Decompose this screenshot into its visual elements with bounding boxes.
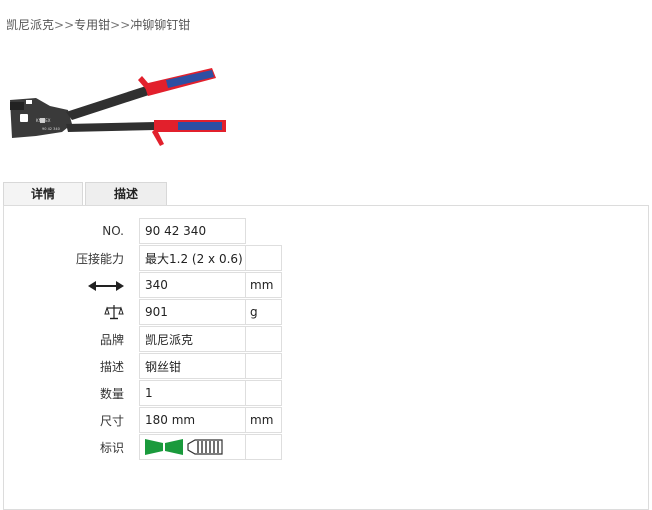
spec-label: NO. [102,224,124,238]
spec-unit: mm [246,407,282,433]
breadcrumb-link-category[interactable]: 专用钳 [74,18,110,32]
ruler-grip-icon [187,439,223,455]
breadcrumb-link-current[interactable]: 冲铆铆钉钳 [130,18,190,32]
spec-label [64,272,139,298]
spec-value: 180 mm [139,407,246,433]
spec-row-mark: 标识 [64,434,282,460]
product-image: KNIPEX 90 42 340 [10,68,226,146]
product-brand-text: KNIPEX [36,118,51,123]
spec-label: 尺寸 [99,413,124,428]
spec-row-no: NO. 90 42 340 [64,218,282,244]
spec-label [64,299,139,325]
spec-table: NO. 90 42 340 压接能力 最大1.2 (2 x 0.6) 340 m… [64,217,282,461]
spec-row-crimp: 压接能力 最大1.2 (2 x 0.6) [64,245,282,271]
spec-value: 最大1.2 (2 x 0.6) [139,245,246,271]
spec-unit [246,326,282,352]
spec-unit [246,353,282,379]
spec-value [139,434,246,460]
balance-scale-icon [104,305,124,320]
spec-unit: g [246,299,282,325]
breadcrumb-separator: >> [110,18,131,32]
spec-value: 340 [139,272,246,298]
spec-unit [246,434,282,460]
spec-value: 1 [139,380,246,406]
spec-row-desc: 描述 钢丝钳 [64,353,282,379]
spec-row-length: 340 mm [64,272,282,298]
spec-value: 凯尼派克 [139,326,246,352]
green-jaw-icon [145,439,183,455]
details-panel: NO. 90 42 340 压接能力 最大1.2 (2 x 0.6) 340 m… [3,205,649,510]
spec-unit [246,245,282,271]
length-arrows-icon [88,280,124,291]
spec-row-size: 尺寸 180 mm mm [64,407,282,433]
product-model-text: 90 42 340 [42,127,60,131]
tab-details[interactable]: 详情 [3,182,83,205]
spec-label: 描述 [99,359,124,374]
spec-row-brand: 品牌 凯尼派克 [64,326,282,352]
spec-value: 90 42 340 [139,218,246,244]
breadcrumb: 凯尼派克>>专用钳>>冲铆铆钉钳 [6,16,190,33]
spec-unit: mm [246,272,282,298]
spec-label: 数量 [99,386,124,401]
tab-description[interactable]: 描述 [85,182,167,205]
breadcrumb-separator: >> [54,18,75,32]
spec-value: 钢丝钳 [139,353,246,379]
spec-label: 标识 [99,440,124,455]
spec-label: 压接能力 [75,251,124,266]
breadcrumb-link-brand[interactable]: 凯尼派克 [6,18,54,32]
spec-row-weight: 901 g [64,299,282,325]
spec-value: 901 [139,299,246,325]
spec-row-qty: 数量 1 [64,380,282,406]
spec-label: 品牌 [99,332,124,347]
spec-unit [246,380,282,406]
